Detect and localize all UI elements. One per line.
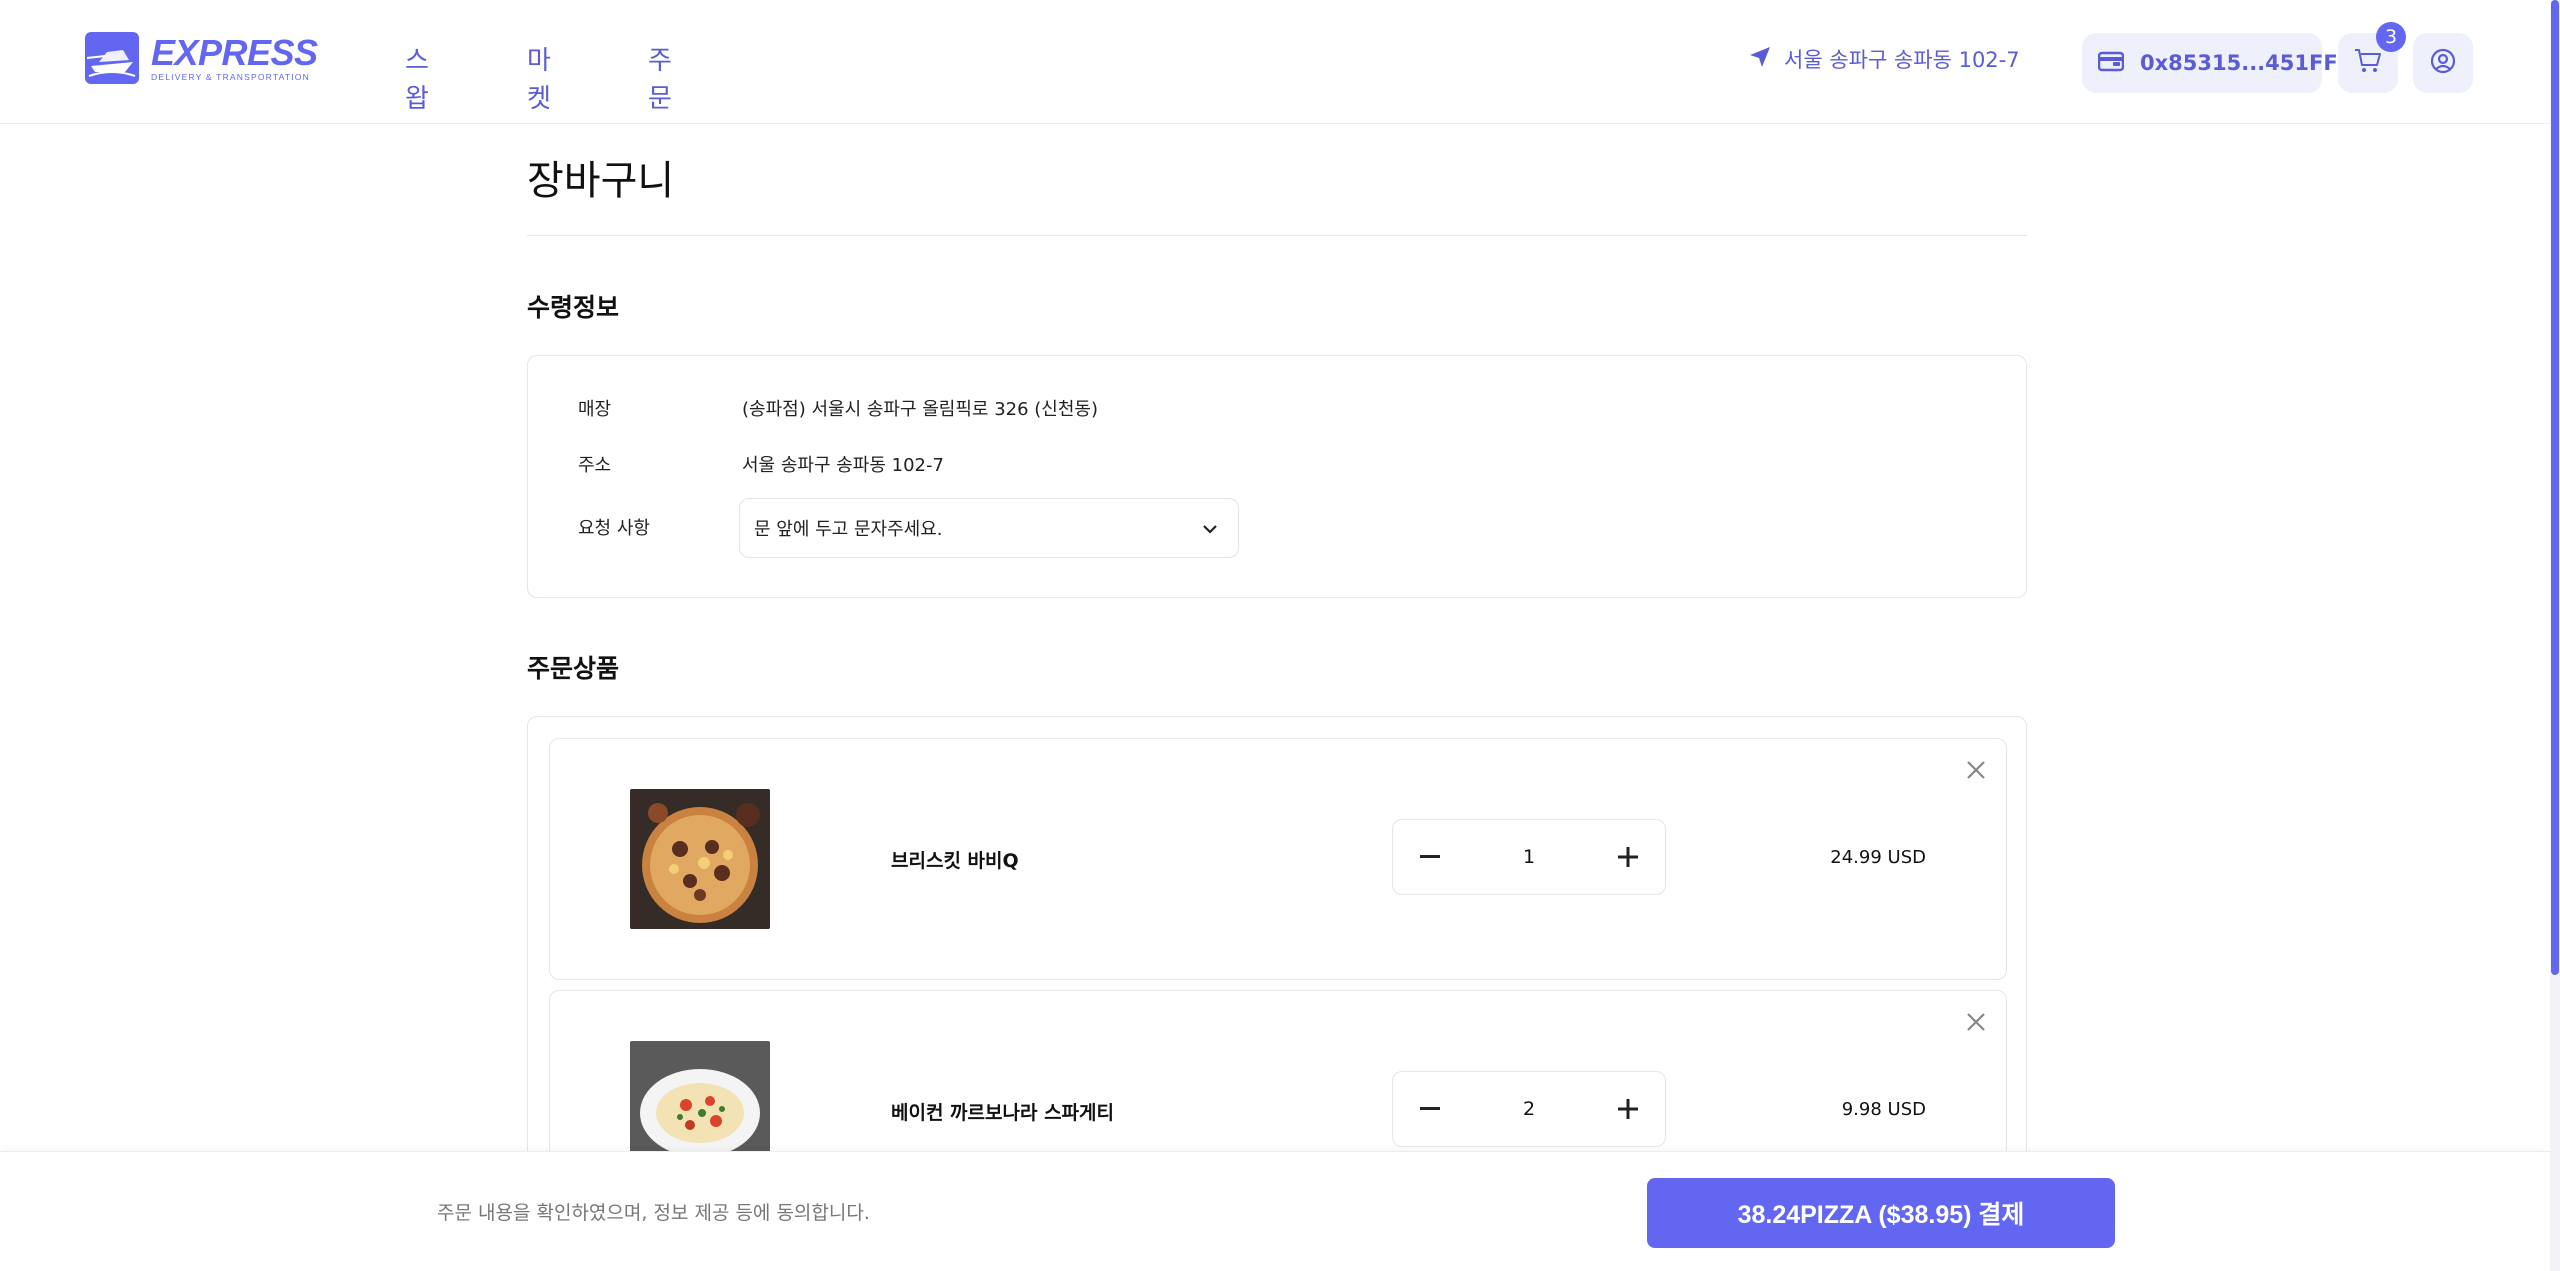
location-text: 서울 송파구 송파동 102-7 <box>1784 48 2020 72</box>
wallet-icon <box>2097 50 2125 76</box>
wallet-address: 0x85315...451FF <box>2140 51 2338 75</box>
logo-name: EXPRESS <box>151 32 318 73</box>
item-price: 24.99 USD <box>1830 847 1926 868</box>
cart-item: 브리스킷 바비Q 1 24.99 USD <box>549 738 2007 980</box>
wallet-button[interactable]: 0x85315...451FF <box>2082 33 2338 93</box>
item-name: 베이컨 까르보나라 스파게티 <box>891 1102 1114 1124</box>
close-icon[interactable] <box>1960 1006 1992 1038</box>
nav-swap[interactable]: 스왑 <box>405 42 429 118</box>
scrollbar-thumb[interactable] <box>2551 0 2559 975</box>
checkout-bar: 주문 내용을 확인하였으며, 정보 제공 등에 동의합니다. 38.24PIZZ… <box>0 1151 2550 1271</box>
title-divider <box>527 235 2027 236</box>
store-label: 매장 <box>578 399 612 420</box>
request-select[interactable]: 문 앞에 두고 문자주세요. <box>739 498 1239 558</box>
quantity-stepper: 1 <box>1392 819 1666 895</box>
store-value: (송파점) 서울시 송파구 올림픽로 326 (신천동) <box>742 399 1099 420</box>
item-price: 9.98 USD <box>1841 1099 1926 1120</box>
pay-button[interactable]: 38.24PIZZA ($38.95) 결제 <box>1647 1178 2115 1248</box>
logo-tagline: DELIVERY & TRANSPORTATION <box>151 72 310 82</box>
top-header: EXPRESS DELIVERY & TRANSPORTATION 스왑 마켓 … <box>0 0 2560 124</box>
request-label: 요청 사항 <box>578 518 650 539</box>
plus-icon[interactable] <box>1611 840 1645 874</box>
delivery-info-box: 매장 (송파점) 서울시 송파구 올림픽로 326 (신천동) 주소 서울 송파… <box>527 355 2027 598</box>
chevron-down-icon <box>1202 518 1218 539</box>
location-arrow-icon <box>1748 45 1772 73</box>
delivery-info-title: 수령정보 <box>527 293 620 322</box>
cart-icon <box>2353 47 2383 79</box>
minus-icon[interactable] <box>1413 1092 1447 1126</box>
quantity-value: 2 <box>1522 1098 1536 1120</box>
logo[interactable]: EXPRESS DELIVERY & TRANSPORTATION <box>85 32 318 84</box>
cart-count-badge: 3 <box>2376 22 2406 52</box>
quantity-value: 1 <box>1522 846 1536 868</box>
account-button[interactable] <box>2413 33 2473 93</box>
plus-icon[interactable] <box>1611 1092 1645 1126</box>
close-icon[interactable] <box>1960 754 1992 786</box>
address-label: 주소 <box>578 455 612 476</box>
quantity-stepper: 2 <box>1392 1071 1666 1147</box>
request-selected-value: 문 앞에 두고 문자주세요. <box>754 519 943 540</box>
agreement-text: 주문 내용을 확인하였으며, 정보 제공 등에 동의합니다. <box>437 1202 870 1224</box>
logo-ship-icon <box>85 32 139 84</box>
location-selector[interactable]: 서울 송파구 송파동 102-7 <box>1748 44 2020 74</box>
minus-icon[interactable] <box>1413 840 1447 874</box>
page-title: 장바구니 <box>527 158 675 204</box>
nav-order[interactable]: 주문 <box>648 42 672 118</box>
order-items-title: 주문상품 <box>527 654 620 683</box>
user-icon <box>2430 48 2456 78</box>
pizza-image <box>630 789 770 929</box>
item-name: 브리스킷 바비Q <box>891 850 1019 872</box>
address-value: 서울 송파구 송파동 102-7 <box>742 455 944 476</box>
nav-market[interactable]: 마켓 <box>527 42 551 118</box>
